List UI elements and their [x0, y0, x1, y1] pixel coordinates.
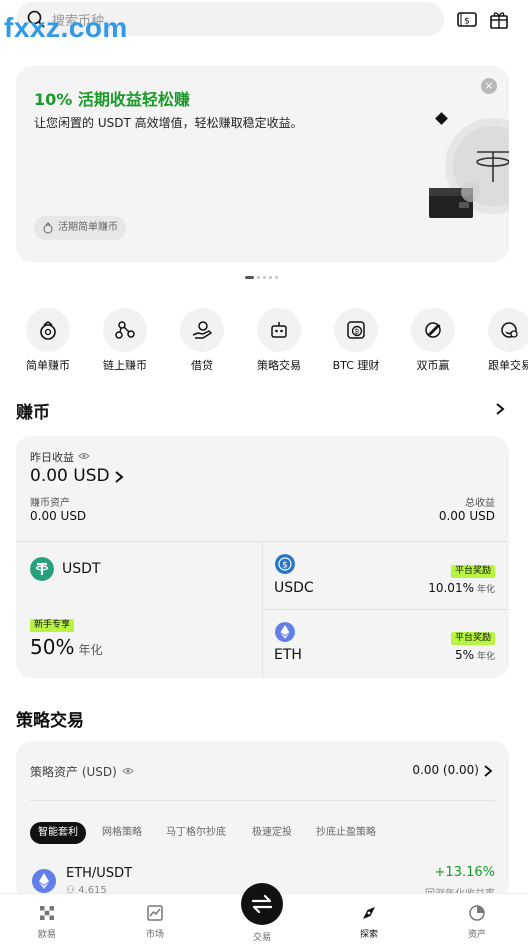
- tab-smart-arbitrage[interactable]: 智能套利: [30, 822, 86, 844]
- banner-chip[interactable]: 活期简单赚币: [34, 216, 126, 240]
- tab-fast-dca[interactable]: 极速定投: [252, 822, 292, 844]
- strategy-assets-value[interactable]: 0.00 (0.00): [412, 763, 479, 777]
- btc-vault-icon: ₿: [347, 321, 365, 339]
- quick-action-label: 双币赢: [416, 359, 450, 372]
- market-chart-icon: [147, 905, 163, 921]
- banner-title: 10% 活期收益轻松赚: [34, 90, 190, 109]
- tab-grid[interactable]: 网格策略: [102, 822, 142, 844]
- banner-pagination: [245, 276, 281, 280]
- svg-text:₿: ₿: [355, 329, 360, 336]
- pie-chart-icon: [469, 905, 485, 921]
- gift-icon[interactable]: [488, 8, 510, 30]
- strategy-section-title: 策略交易: [16, 711, 84, 731]
- nav-okx[interactable]: 欧易: [17, 894, 77, 940]
- money-bag-icon: [40, 321, 56, 340]
- close-icon[interactable]: ×: [481, 78, 497, 94]
- banner-subtitle: 让您闲置的 USDT 高效增值，轻松赚取稳定收益。: [34, 116, 303, 130]
- banner-chip-label: 活期简单赚币: [58, 222, 118, 233]
- svg-text:$: $: [282, 561, 288, 571]
- platform-reward-badge: 平台奖励: [450, 565, 495, 578]
- nav-label: 欧易: [37, 930, 56, 940]
- quick-action-loan[interactable]: 借贷: [166, 308, 238, 373]
- robot-icon: [271, 322, 287, 338]
- loan-hand-icon: [192, 321, 212, 339]
- money-bag-icon: [43, 222, 53, 234]
- promo-banner[interactable]: 10% 活期收益轻松赚 让您闲置的 USDT 高效增值，轻松赚取稳定收益。 × …: [16, 66, 509, 262]
- tab-dip-take-profit[interactable]: 抄底止盈策略: [316, 822, 376, 844]
- rewards-ticket-icon[interactable]: $: [456, 8, 478, 30]
- nav-explore[interactable]: 探索: [339, 894, 399, 940]
- earn-section-title: 赚币: [16, 403, 50, 423]
- eye-icon[interactable]: [78, 451, 90, 461]
- nav-label: 市场: [145, 930, 164, 940]
- eth-coin-icon: [275, 622, 295, 642]
- newcomer-badge: 新手专享: [30, 619, 75, 632]
- nav-label: 交易: [252, 933, 271, 943]
- quick-action-label: BTC 理财: [332, 359, 380, 372]
- pagination-dot: [269, 276, 272, 279]
- quick-action-label: 策略交易: [257, 359, 301, 372]
- quick-action-copy-trade[interactable]: 跟单交易: [474, 308, 528, 373]
- pagination-dot-active: [245, 276, 254, 279]
- earn-assets-label: 赚币资产: [30, 498, 70, 509]
- total-earnings-value: 0.00 USD: [438, 509, 495, 523]
- yesterday-earnings-label: 昨日收益: [30, 451, 74, 464]
- quick-action-label: 借贷: [191, 359, 213, 372]
- chevron-right-icon[interactable]: [483, 765, 493, 777]
- dual-coin-icon: [425, 322, 441, 338]
- quick-actions: 简单赚币 链上赚币 借贷 策略交易 ₿ BTC 理财 双币赢 跟单交易: [0, 308, 528, 374]
- yesterday-earnings-value[interactable]: 0.00 USD: [30, 466, 110, 486]
- compass-icon: [363, 907, 375, 919]
- product-apr: 5% 年化: [454, 648, 495, 662]
- nav-assets[interactable]: 资产: [447, 894, 507, 940]
- swap-arrows-icon: [251, 894, 273, 914]
- earn-assets-value: 0.00 USD: [30, 509, 87, 523]
- pagination-dot: [275, 276, 278, 279]
- eye-icon[interactable]: [122, 766, 134, 776]
- strategy-return: +13.16%: [434, 865, 495, 880]
- product-name: ETH: [274, 647, 302, 663]
- divider: [262, 609, 509, 610]
- chevron-right-icon[interactable]: [493, 402, 507, 416]
- quick-action-label: 简单赚币: [26, 359, 70, 372]
- wallet-coin-illustration: [429, 112, 509, 218]
- strategy-pair[interactable]: ETH/USDT: [66, 866, 132, 881]
- total-earnings-label: 总收益: [465, 498, 495, 509]
- nav-label: 资产: [467, 930, 486, 940]
- quick-action-label: 链上赚币: [103, 359, 147, 372]
- nav-label: 探索: [359, 930, 378, 940]
- pagination-dot: [263, 276, 266, 279]
- svg-text:$: $: [464, 17, 470, 27]
- okx-logo-icon: [40, 906, 54, 920]
- top-bar: 搜索币种 fxxz.com $: [0, 0, 528, 43]
- quick-action-btc[interactable]: ₿ BTC 理财: [320, 308, 392, 373]
- tab-martingale[interactable]: 马丁格尔抄底: [166, 822, 226, 844]
- strategy-card: 策略资产 (USD) 0.00 (0.00) 智能套利 网格策略 马丁格尔抄底 …: [16, 741, 509, 901]
- chevron-right-icon[interactable]: [113, 470, 125, 484]
- copy-trade-icon: [501, 322, 518, 338]
- earn-card: 昨日收益 0.00 USD 赚币资产 0.00 USD 总收益 0.00 USD…: [16, 436, 509, 678]
- chain-nodes-icon: [115, 321, 135, 339]
- product-apr: 10.01% 年化: [428, 581, 495, 595]
- watermark-text: fxxz.com: [4, 12, 128, 43]
- quick-action-onchain-earn[interactable]: 链上赚币: [89, 308, 161, 373]
- product-apr: 50% 年化: [30, 635, 103, 659]
- quick-action-simple-earn[interactable]: 简单赚币: [12, 308, 84, 373]
- strategy-assets-label: 策略资产 (USD): [30, 765, 117, 779]
- quick-action-dual[interactable]: 双币赢: [397, 308, 469, 373]
- trade-button[interactable]: [241, 883, 283, 925]
- quick-action-label: 跟单交易: [488, 359, 528, 372]
- pagination-dot: [257, 276, 260, 279]
- usdt-coin-icon: [30, 557, 54, 581]
- usdc-coin-icon: $: [275, 554, 295, 574]
- product-name: USDC: [274, 580, 314, 596]
- nav-market[interactable]: 市场: [125, 894, 185, 940]
- eth-coin-icon: [32, 869, 56, 893]
- divider: [30, 800, 495, 801]
- product-name: USDT: [62, 561, 101, 577]
- platform-reward-badge: 平台奖励: [450, 632, 495, 645]
- quick-action-strategy[interactable]: 策略交易: [243, 308, 315, 373]
